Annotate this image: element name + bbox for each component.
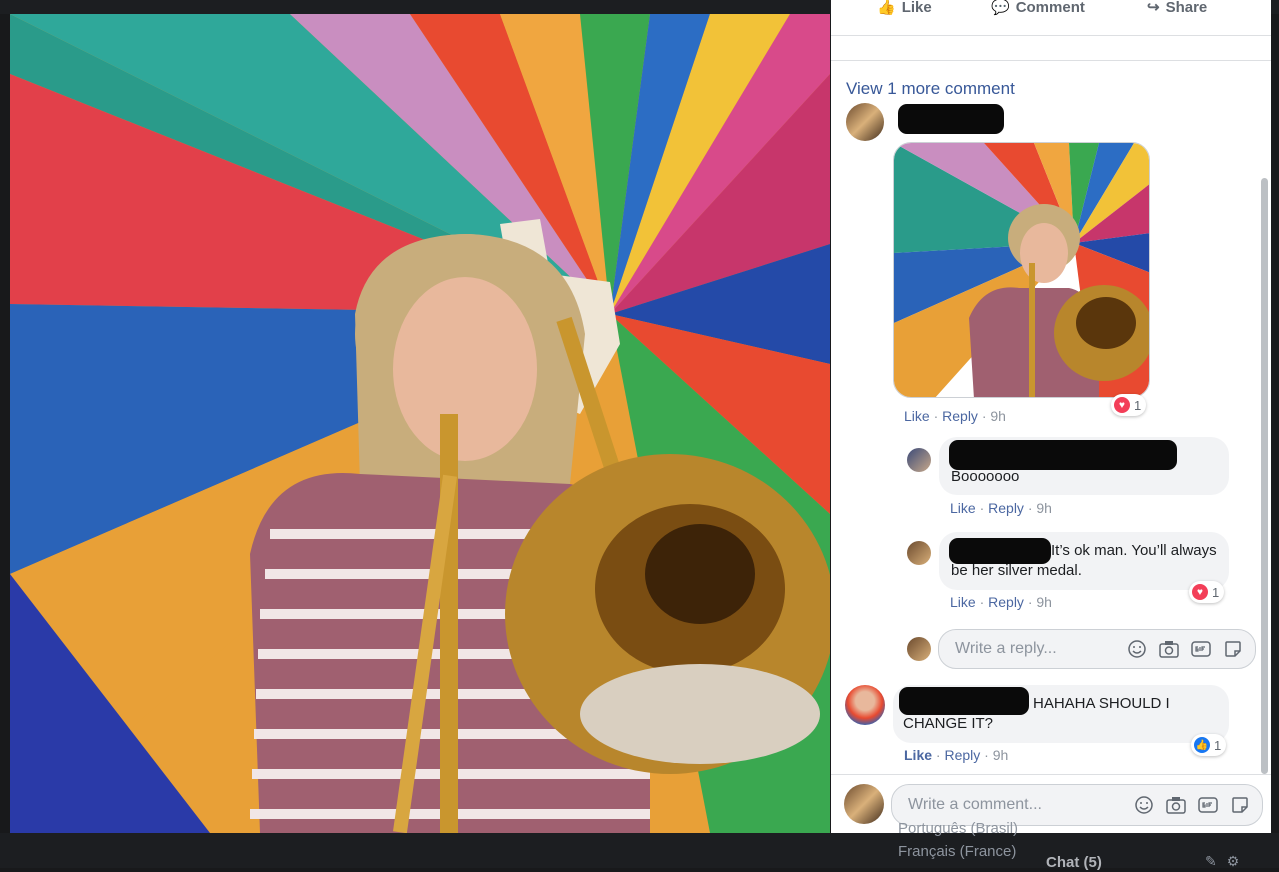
heart-icon: ♥: [1114, 397, 1130, 413]
post-actions: 👍 Like 💬 Comment ↪ Share: [831, 0, 1271, 36]
divider: [831, 60, 1271, 61]
avatar: [844, 784, 884, 824]
thumbs-up-icon: 👍: [1194, 737, 1210, 753]
camera-icon[interactable]: [1166, 795, 1186, 815]
comment-meta: Like · Reply · 9h: [904, 747, 1009, 763]
reaction-badge[interactable]: 👍 1: [1191, 734, 1227, 756]
sticker-icon[interactable]: [1230, 795, 1250, 815]
gif-icon[interactable]: [1191, 639, 1211, 659]
avatar[interactable]: [845, 685, 885, 725]
comment-icon: 💬: [991, 0, 1010, 16]
comments-panel: 👍 Like 💬 Comment ↪ Share View 1 more com…: [831, 0, 1271, 833]
reply-time: 9h: [1036, 594, 1052, 610]
heart-icon: ♥: [1192, 584, 1208, 600]
reply-bubble: It’s ok man. You’ll always be her silver…: [939, 532, 1229, 590]
like-button[interactable]: 👍 Like: [877, 0, 932, 16]
comment-like-link[interactable]: Like: [904, 747, 932, 763]
reply-input[interactable]: Write a reply...: [938, 629, 1256, 669]
divider: [831, 774, 1271, 775]
comment-meta: Like · Reply · 9h: [904, 408, 1006, 424]
thumbs-up-icon: 👍: [877, 0, 896, 16]
page-footer: Português (Brasil) Français (France) Cha…: [0, 820, 1279, 871]
comment-time: 9h: [990, 408, 1006, 424]
reply-time: 9h: [1036, 500, 1052, 516]
chat-options-icon[interactable]: ✎⚙: [1205, 853, 1249, 870]
reply-like-link[interactable]: Like: [950, 500, 976, 516]
share-button[interactable]: ↪ Share: [1147, 0, 1207, 16]
language-link[interactable]: Français (France): [898, 843, 1016, 860]
reply-meta: Like · Reply · 9h: [950, 500, 1052, 516]
reply-text: Booooooo: [951, 468, 1020, 485]
share-icon: ↪: [1147, 0, 1160, 16]
redacted-name: [898, 104, 1004, 134]
reply-reply-link[interactable]: Reply: [988, 500, 1024, 516]
reply-bubble: Booooooo: [939, 437, 1229, 495]
chat-bar[interactable]: Chat (5): [1030, 854, 1200, 872]
comment-text: HAHAHA SHOULD I CHANGE IT?: [903, 695, 1170, 732]
sticker-icon[interactable]: [1223, 639, 1243, 659]
view-more-comments-link[interactable]: View 1 more comment: [846, 79, 1015, 99]
scrollbar[interactable]: [1261, 178, 1268, 774]
comment-time: 9h: [992, 747, 1009, 763]
emoji-icon[interactable]: [1134, 795, 1154, 815]
reaction-badge[interactable]: ♥ 1: [1189, 581, 1225, 603]
comment-like-link[interactable]: Like: [904, 408, 930, 424]
comment-bubble: HAHAHA SHOULD I CHANGE IT?: [893, 685, 1229, 743]
language-link[interactable]: Português (Brasil): [898, 820, 1018, 837]
comment-button[interactable]: 💬 Comment: [991, 0, 1085, 16]
avatar[interactable]: [907, 448, 931, 472]
avatar[interactable]: [846, 103, 884, 141]
avatar: [907, 637, 931, 661]
camera-icon[interactable]: [1159, 639, 1179, 659]
gif-icon[interactable]: [1198, 795, 1218, 815]
redacted-name: [949, 440, 1177, 470]
reply-like-link[interactable]: Like: [950, 594, 976, 610]
emoji-icon[interactable]: [1127, 639, 1147, 659]
reply-reply-link[interactable]: Reply: [988, 594, 1024, 610]
reply-text: It’s ok man. You’ll always be her silver…: [951, 542, 1217, 579]
comment-image[interactable]: [893, 142, 1150, 398]
reply-meta: Like · Reply · 9h: [950, 594, 1052, 610]
reaction-badge[interactable]: ♥ 1: [1111, 394, 1147, 416]
comment-reply-link[interactable]: Reply: [944, 747, 980, 763]
comment-reply-link[interactable]: Reply: [942, 408, 978, 424]
post-photo[interactable]: [10, 14, 830, 833]
avatar[interactable]: [907, 541, 931, 565]
